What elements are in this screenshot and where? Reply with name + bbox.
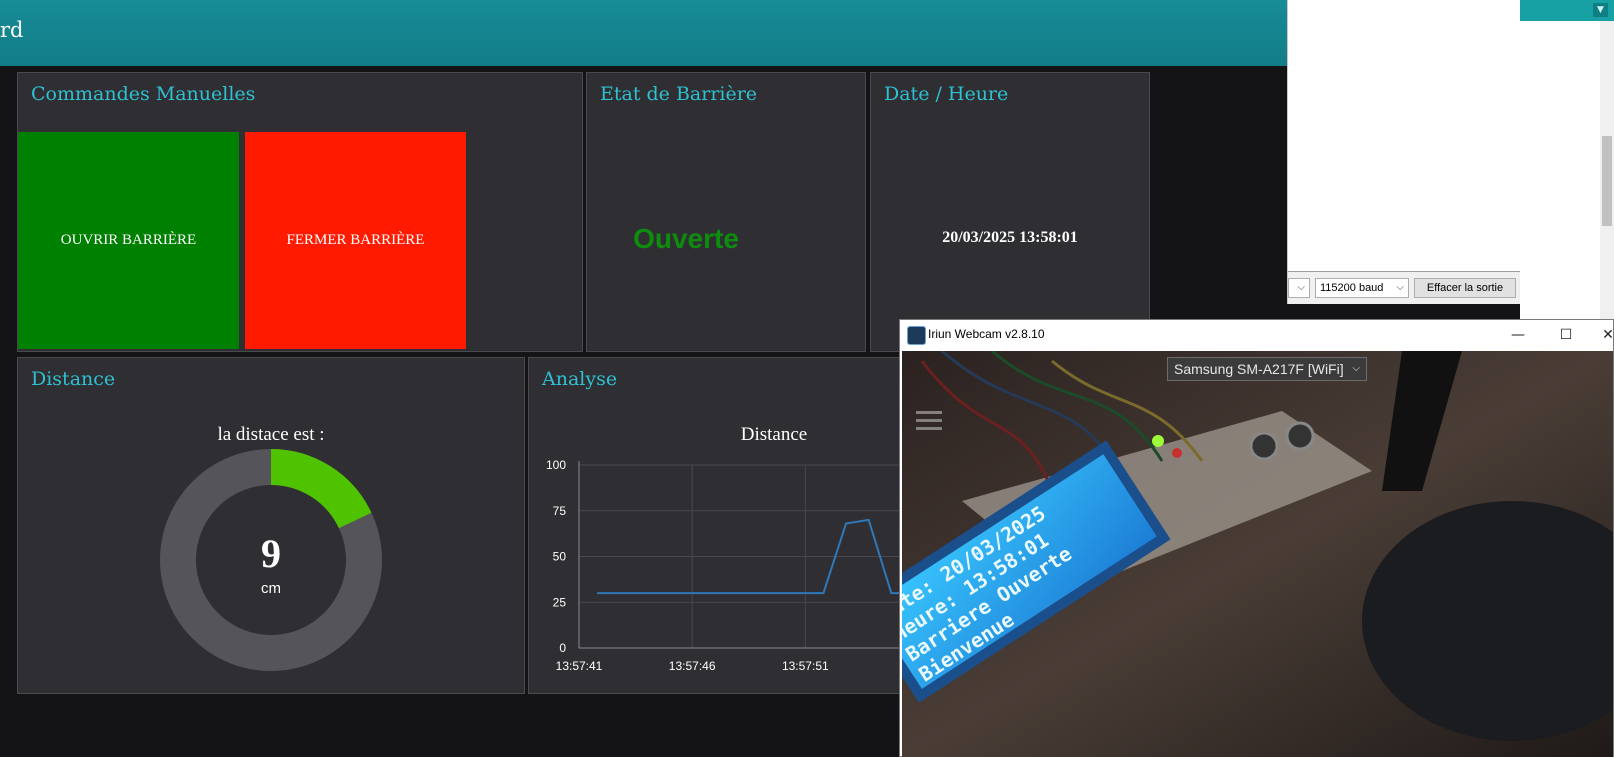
datetime-card: Date / Heure 20/03/2025 13:58:01 <box>870 72 1150 352</box>
chevron-down-icon: ⌵ <box>1396 282 1404 293</box>
ide-side-panel: ▼ <box>1520 0 1614 320</box>
green-led <box>1152 435 1164 447</box>
serial-monitor: ⌵ 115200 baud ⌵ Effacer la sortie <box>1287 0 1521 304</box>
serial-output <box>1288 0 1521 272</box>
chevron-down-icon: ⌵ <box>1352 363 1360 374</box>
x-tick-label: 13:57:41 <box>556 659 603 673</box>
commands-card: Commandes Manuelles OUVRIR BARRIÈRE FERM… <box>17 72 583 352</box>
datetime-title: Date / Heure <box>884 83 1009 105</box>
open-barrier-button[interactable]: OUVRIR BARRIÈRE <box>18 132 239 349</box>
close-barrier-button[interactable]: FERMER BARRIÈRE <box>245 132 466 349</box>
baud-rate-select[interactable]: 115200 baud ⌵ <box>1315 278 1409 298</box>
device-select-value: Samsung SM-A217F [WiFi] <box>1174 361 1344 377</box>
datetime-value: 20/03/2025 13:58:01 <box>942 229 1078 246</box>
distance-gauge <box>160 449 382 671</box>
distance-line-chart: 025507510013:57:4113:57:4613:57:5113:57:… <box>546 458 919 673</box>
maximize-button[interactable]: ☐ <box>1552 324 1580 346</box>
chevron-down-icon: ⌵ <box>1297 282 1305 293</box>
dropdown-arrow-icon[interactable]: ▼ <box>1593 3 1608 17</box>
x-tick-label: 13:57:46 <box>669 659 716 673</box>
menu-icon[interactable] <box>916 411 942 431</box>
ultrasonic-sensor <box>1249 431 1279 461</box>
analysis-card: Analyse Distance 0 25 50 75 100 13:57:41 13:57… <box>528 357 920 694</box>
x-tick-label: 13:57:51 <box>782 659 829 673</box>
barrier-state-card: Etat de Barrière Ouverte <box>586 72 866 352</box>
baud-rate-value: 115200 baud <box>1320 282 1384 294</box>
distance-card: Distance la distace est : 9 cm <box>17 357 525 694</box>
commands-card-title: Commandes Manuelles <box>31 83 256 105</box>
minimize-button[interactable]: — <box>1504 324 1532 346</box>
red-led <box>1172 448 1182 458</box>
y-tick-label: 50 <box>553 550 567 564</box>
camera-scene: Date: 20/03/2025 Heure: 13:58:01 Barrier… <box>902 351 1613 757</box>
barrier-state-title: Etat de Barrière <box>600 83 758 105</box>
dashboard-header: rd <box>0 0 1287 66</box>
distance-unit: cm <box>261 580 281 597</box>
webcam-titlebar: Iriun Webcam v2.8.10 — ☐ ✕ <box>900 320 1614 351</box>
close-button[interactable]: ✕ <box>1594 324 1614 346</box>
y-tick-label: 25 <box>553 595 567 609</box>
dashboard-title: rd <box>0 18 24 42</box>
scrollbar[interactable] <box>1600 21 1614 320</box>
webcam-window-title: Iriun Webcam v2.8.10 <box>928 327 1045 341</box>
ide-toolbar: ▼ <box>1520 0 1614 21</box>
gauge-value-arc <box>270 449 372 529</box>
webcam-window: Iriun Webcam v2.8.10 — ☐ ✕ Date: 20/03/2… <box>899 319 1614 757</box>
webcam-video-feed: Date: 20/03/2025 Heure: 13:58:01 Barrier… <box>902 351 1613 757</box>
iriun-app-icon <box>907 326 926 345</box>
device-select[interactable]: Samsung SM-A217F [WiFi] ⌵ <box>1167 357 1367 381</box>
distance-value: 9 <box>261 531 281 576</box>
clear-output-button[interactable]: Effacer la sortie <box>1414 278 1516 298</box>
barrier-state-value: Ouverte <box>633 223 739 254</box>
scrollbar-thumb[interactable] <box>1602 136 1612 226</box>
line-ending-select[interactable]: ⌵ <box>1288 278 1310 298</box>
y-tick-label: 100 <box>546 458 566 472</box>
y-tick-label: 0 <box>559 641 566 655</box>
y-tick-label: 75 <box>553 504 567 518</box>
